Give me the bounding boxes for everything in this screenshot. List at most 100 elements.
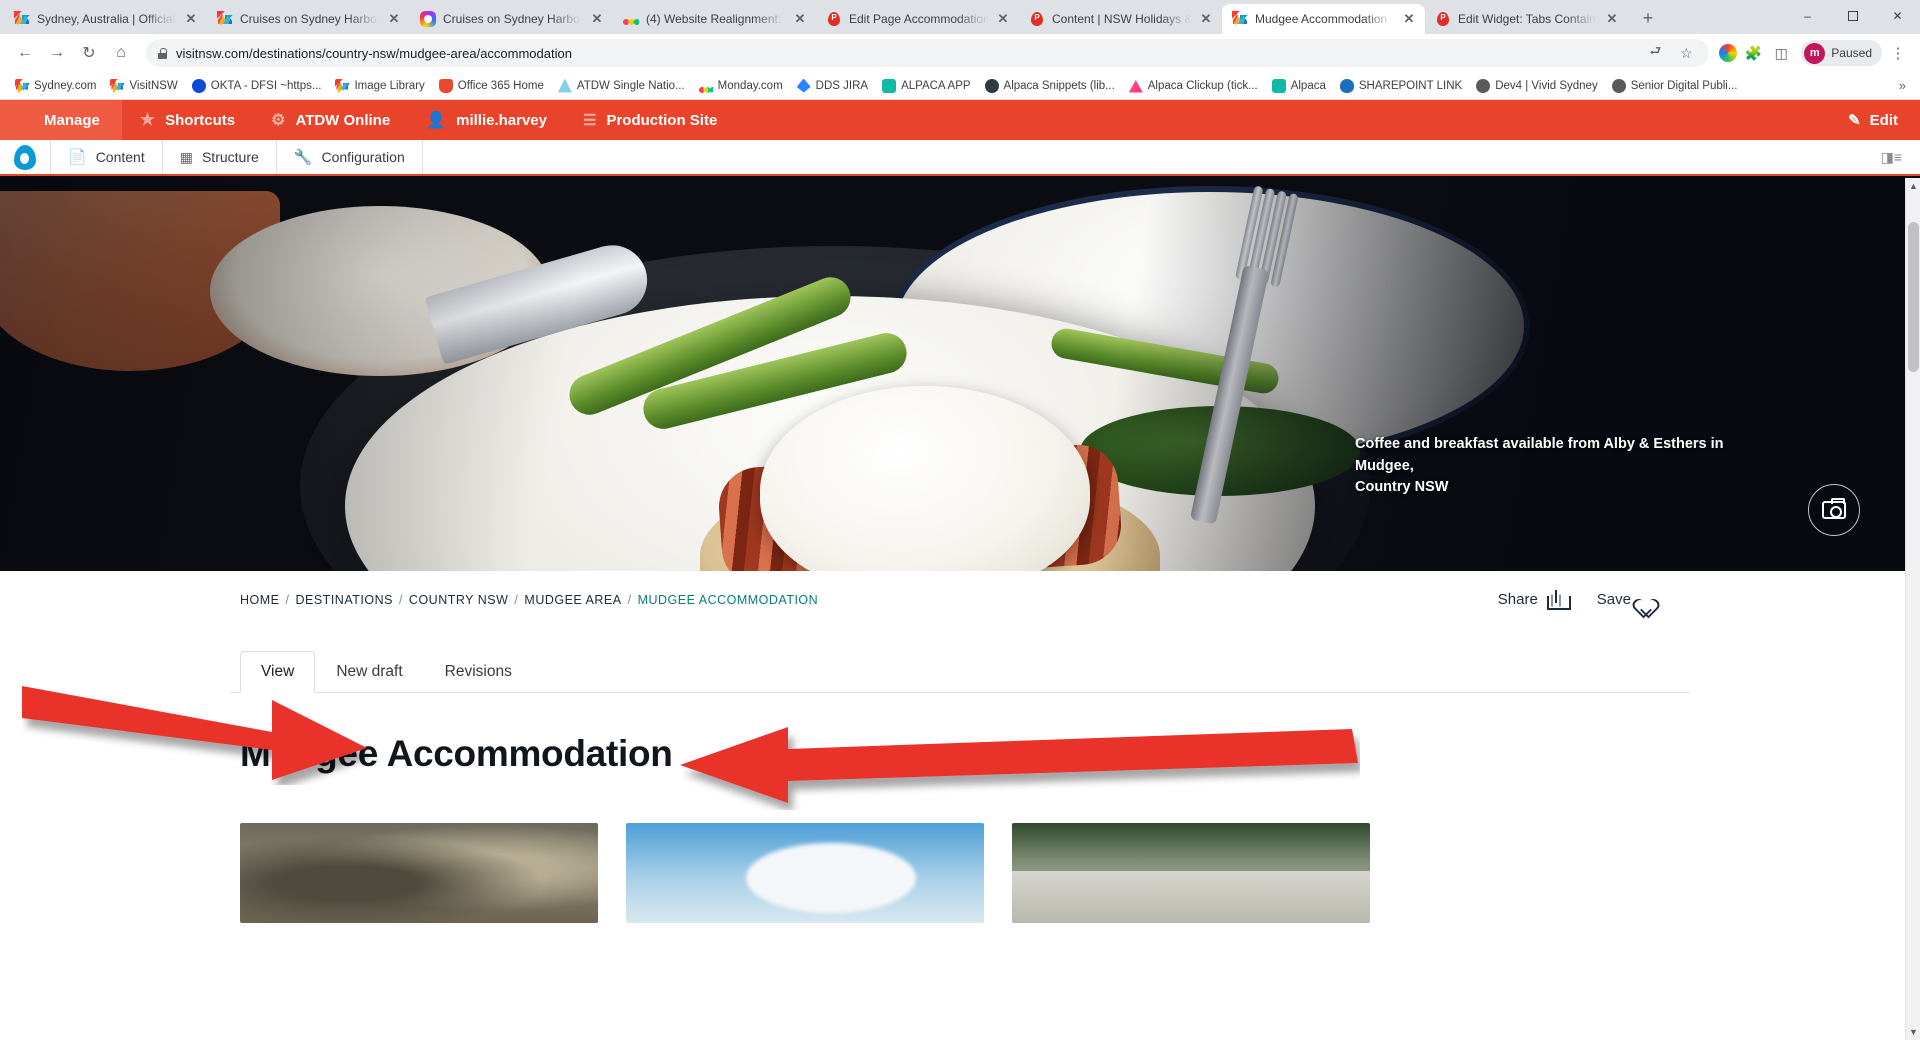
close-window-button[interactable]: ✕ — [1875, 0, 1920, 32]
bookmark-item[interactable]: Alpaca — [1265, 75, 1333, 97]
card-thumbnail-2[interactable] — [626, 823, 984, 923]
close-icon[interactable]: ✕ — [589, 11, 605, 27]
card-thumbnail-1[interactable] — [240, 823, 598, 923]
bookmark-item[interactable]: DDS JIRA — [790, 75, 875, 97]
scrollbar-thumb[interactable] — [1908, 222, 1919, 372]
nsw-icon — [217, 11, 233, 27]
url-text: visitnsw.com/destinations/country-nsw/mu… — [176, 45, 572, 61]
breadcrumb-item[interactable]: MUDGEE AREA — [524, 593, 621, 607]
browser-chrome: Sydney, Australia | Official ✕ Cruises o… — [0, 0, 1920, 100]
camera-icon[interactable] — [1808, 484, 1860, 536]
hero-caption: Coffee and breakfast available from Alby… — [1355, 434, 1775, 499]
share-icon[interactable]: ⮐ — [1644, 38, 1666, 68]
hero-caption-line1: Coffee and breakfast available from Alby… — [1355, 435, 1724, 474]
breadcrumb-item[interactable]: HOME — [240, 593, 280, 607]
star-icon: ★ — [139, 110, 156, 129]
bookmark-label: Dev4 | Vivid Sydney — [1495, 79, 1598, 92]
kebab-menu-icon[interactable]: ⋮ — [1886, 38, 1910, 68]
scroll-down-icon[interactable]: ▼ — [1906, 1024, 1920, 1040]
tab-title: Cruises on Sydney Harbour — [443, 12, 582, 26]
card-thumbnail-3[interactable] — [1012, 823, 1370, 923]
bookmark-item[interactable]: Image Library — [328, 75, 431, 97]
subtoolbar-item-structure[interactable]: ▦ Structure — [163, 140, 277, 174]
close-icon[interactable]: ✕ — [183, 11, 199, 27]
toolbar-edit-group[interactable]: ✎ Edit — [1848, 100, 1920, 140]
address-bar[interactable]: visitnsw.com/destinations/country-nsw/mu… — [146, 38, 1710, 68]
drupal-home-link[interactable] — [0, 140, 51, 174]
page-title: Mudgee Accommodation — [240, 733, 673, 774]
vertical-scrollbar[interactable]: ▲ ▼ — [1905, 178, 1920, 1040]
bookmark-item[interactable]: ATDW Single Natio... — [551, 75, 692, 97]
close-icon[interactable]: ✕ — [792, 11, 808, 27]
bookmark-item[interactable]: ALPACA APP — [875, 75, 977, 97]
sharepoint-icon — [1339, 78, 1354, 93]
bookmark-item[interactable]: Office 365 Home — [432, 75, 551, 97]
globe-icon — [1611, 78, 1626, 93]
reload-button[interactable]: ↻ — [74, 38, 104, 68]
tab-revisions[interactable]: Revisions — [424, 651, 533, 693]
bookmark-item[interactable]: OKTA - DFSI ~https... — [185, 75, 329, 97]
breadcrumb-item[interactable]: COUNTRY NSW — [409, 593, 509, 607]
drupal-icon — [826, 11, 842, 27]
toolbar-item-production-site[interactable]: ☰ Production Site — [565, 100, 735, 140]
browser-tab[interactable]: (4) Website Realignment: S ✕ — [613, 4, 817, 34]
browser-tab[interactable]: Sydney, Australia | Official ✕ — [4, 4, 208, 34]
bookmark-item[interactable]: Alpaca Snippets (lib... — [978, 75, 1122, 97]
star-icon[interactable]: ☆ — [1675, 38, 1697, 68]
scroll-up-icon[interactable]: ▲ — [1906, 178, 1920, 194]
breadcrumb-item[interactable]: DESTINATIONS — [295, 593, 392, 607]
hero-image: Coffee and breakfast available from Alby… — [0, 176, 1920, 571]
bookmark-item[interactable]: Monday.com — [692, 75, 790, 97]
toolbar-item-atdw-online[interactable]: ⚙ ATDW Online — [253, 100, 408, 140]
bookmark-label: Alpaca — [1290, 79, 1326, 92]
browser-tab[interactable]: Edit Widget: Tabs Container ✕ — [1425, 4, 1628, 34]
puzzle-icon[interactable]: 🧩 — [1741, 38, 1765, 68]
tab-new-draft[interactable]: New draft — [315, 651, 423, 693]
breadcrumb-row: HOME / DESTINATIONS / COUNTRY NSW / MUDG… — [230, 571, 1690, 620]
browser-tab[interactable]: Content | NSW Holidays & ✕ — [1019, 4, 1222, 34]
browser-tab[interactable]: Edit Page Accommodation ✕ — [816, 4, 1020, 34]
omnibox-row: ← → ↻ ⌂ visitnsw.com/destinations/countr… — [0, 34, 1920, 72]
maximize-button[interactable] — [1830, 0, 1875, 32]
tab-view[interactable]: View — [240, 651, 316, 693]
subtoolbar-item-content[interactable]: 📄 Content — [51, 140, 163, 174]
browser-tab[interactable]: Cruises on Sydney Harbour ✕ — [410, 4, 614, 34]
bookmarks-overflow-icon[interactable]: » — [1893, 78, 1912, 93]
close-icon[interactable]: ✕ — [1198, 11, 1214, 27]
bookmark-item[interactable]: Sydney.com — [8, 75, 103, 97]
toolbar-orientation-toggle[interactable]: ◨≡ — [1881, 140, 1920, 174]
toolbar-item-manage[interactable]: Manage — [0, 100, 122, 140]
share-icon — [1546, 589, 1571, 610]
close-icon[interactable]: ✕ — [386, 11, 402, 27]
back-button[interactable]: ← — [10, 38, 40, 68]
share-button[interactable]: Share — [1498, 589, 1571, 610]
bookmark-label: Monday.com — [717, 79, 783, 92]
browser-tab[interactable]: Cruises on Sydney Harbour ✕ — [207, 4, 411, 34]
monday-icon — [698, 78, 713, 93]
tab-strip: Sydney, Australia | Official ✕ Cruises o… — [0, 0, 1920, 34]
extension-colorful-icon[interactable] — [1719, 44, 1738, 62]
bookmark-label: OKTA - DFSI ~https... — [210, 79, 322, 92]
home-button[interactable]: ⌂ — [106, 38, 136, 68]
close-icon[interactable]: ✕ — [995, 11, 1011, 27]
bookmark-item[interactable]: Dev4 | Vivid Sydney — [1469, 75, 1605, 97]
forward-button[interactable]: → — [42, 38, 72, 68]
new-tab-button[interactable]: + — [1634, 5, 1662, 33]
server-icon: ☰ — [583, 112, 597, 129]
page-actions: Share Save — [1498, 589, 1690, 610]
profile-chip[interactable]: m Paused — [1801, 40, 1882, 66]
minimize-button[interactable]: – — [1785, 0, 1830, 32]
toolbar-item-shortcuts[interactable]: ★ Shortcuts — [122, 100, 253, 140]
browser-tab-active[interactable]: Mudgee Accommodation ✕ — [1222, 4, 1425, 34]
subtoolbar-item-configuration[interactable]: 🔧 Configuration — [277, 140, 423, 174]
save-button[interactable]: Save — [1597, 590, 1660, 609]
bookmark-item[interactable]: VisitNSW — [103, 75, 184, 97]
bookmark-item[interactable]: Senior Digital Publi... — [1605, 75, 1745, 97]
heart-icon — [1640, 590, 1660, 609]
sidepanel-icon[interactable]: ◫ — [1769, 38, 1793, 68]
toolbar-item-user[interactable]: 👤 millie.harvey — [408, 100, 565, 140]
close-icon[interactable]: ✕ — [1401, 11, 1417, 27]
bookmark-item[interactable]: Alpaca Clickup (tick... — [1122, 75, 1265, 97]
bookmark-item[interactable]: SHAREPOINT LINK — [1333, 75, 1469, 97]
close-icon[interactable]: ✕ — [1604, 11, 1620, 27]
